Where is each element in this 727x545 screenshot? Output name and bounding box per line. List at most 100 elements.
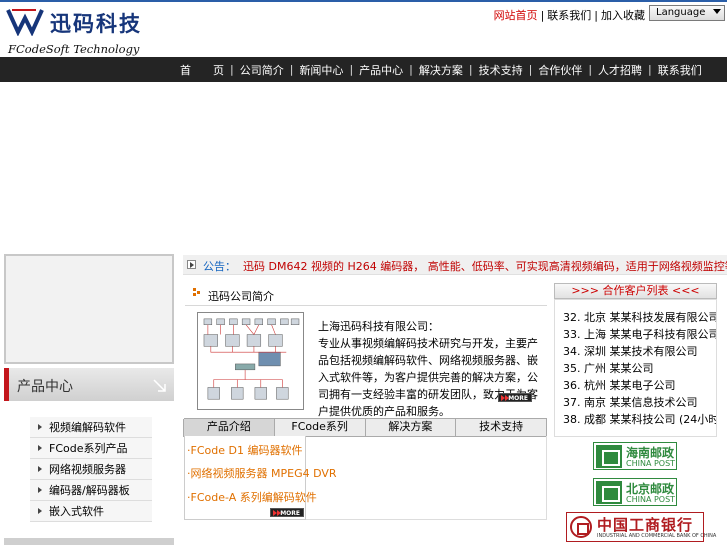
chevron-right-icon (38, 466, 42, 472)
product-center-title: 产品中心 (17, 379, 73, 395)
client-number: 36. (563, 379, 581, 392)
client-number: 35. (563, 362, 581, 375)
logo-mark-icon (6, 9, 44, 36)
product-link[interactable]: ·FCode-A 系列编解码软件 (187, 489, 317, 505)
china-post-icon (596, 481, 622, 504)
chevron-down-icon (713, 9, 721, 14)
client-name: 南京 某某信息技术公司 (584, 396, 698, 409)
client-item[interactable]: 32. 北京 某某科技发展有限公司 (563, 309, 717, 325)
client-number: 34. (563, 345, 581, 358)
client-item[interactable]: 34. 深圳 某某技术有限公司 (563, 343, 698, 359)
chevron-right-icon (38, 487, 42, 493)
announcement-ticker: 公告： 迅码 DM642 视频的 H264 编码器， 高性能、低码率、可实现高清… (183, 255, 727, 275)
top-link-favorite[interactable]: 加入收藏 (601, 9, 645, 22)
nav-separator: | (588, 63, 593, 76)
play-icon (187, 260, 196, 269)
category-item[interactable]: 视频编解码软件 (30, 417, 152, 438)
client-item[interactable]: 38. 成都 某某科技公司 (24小时服务热线) (563, 411, 717, 427)
product-tabs: 产品介绍 FCode系列 解决方案 技术支持 (183, 418, 547, 437)
nav-item-products[interactable]: 产品中心 (355, 62, 407, 78)
tab-solutions[interactable]: 解决方案 (364, 419, 457, 437)
category-item[interactable]: 编码器/解码器板 (30, 480, 152, 501)
top-links: 网站首页 | 联系我们 | 加入收藏 (494, 7, 645, 23)
client-name: 成都 某某科技公司 (24小时服务热线) (584, 413, 717, 426)
nav-separator: | (528, 63, 533, 76)
product-center-header[interactable]: 产品中心 (4, 368, 174, 401)
left-bottom-bar (4, 538, 174, 545)
partner-logo-hainan-post[interactable]: 海南邮政 CHINA POST (593, 442, 677, 470)
tab-product-intro[interactable]: 产品介绍 (183, 419, 275, 437)
client-name: 上海 某某电子科技有限公司 (584, 328, 717, 341)
nav-item-support[interactable]: 技术支持 (475, 62, 527, 78)
ticker-text[interactable]: 迅码 DM642 视频的 H264 编码器， 高性能、低码率、可实现高清视频编码… (243, 258, 727, 274)
ticker-label: 公告： (203, 260, 236, 273)
client-number: 37. (563, 396, 581, 409)
client-name: 深圳 某某技术有限公司 (584, 345, 698, 358)
partner-name-en: CHINA POST (626, 459, 676, 468)
products-more-button[interactable]: MORE (270, 508, 304, 517)
client-item[interactable]: 36. 杭州 某某电子公司 (563, 377, 676, 393)
company-intro-text: 上海迅码科技有限公司： 专业从事视频编解码技术研究与开发，主要产品包括视频编解码… (318, 318, 548, 420)
product-link[interactable]: ·FCode D1 编码器软件 (187, 442, 302, 458)
top-link-separator: | (540, 9, 545, 22)
intro-more-button[interactable]: MORE (498, 393, 532, 402)
company-intro-heading: 上海迅码科技有限公司： (318, 320, 439, 333)
language-select-value: Language (656, 7, 706, 18)
nav-item-solutions[interactable]: 解决方案 (415, 62, 467, 78)
tab-support[interactable]: 技术支持 (455, 419, 547, 437)
client-name: 北京 某某科技发展有限公司 (584, 311, 717, 324)
category-item-label: FCode系列产品 (49, 442, 128, 455)
category-item[interactable]: FCode系列产品 (30, 438, 152, 459)
client-number: 33. (563, 328, 581, 341)
tab-fcode-series[interactable]: FCode系列 (273, 419, 366, 437)
logo-english-name: FCodeSoft Technology (8, 42, 140, 56)
client-item[interactable]: 37. 南京 某某信息技术公司 (563, 394, 698, 410)
nav-separator: | (468, 63, 473, 76)
partner-name-en: CHINA POST (626, 495, 676, 504)
nav-separator: | (230, 63, 234, 76)
product-link-label: FCode D1 编码器软件 (190, 444, 303, 457)
clients-header: >>> 合作客户列表 <<< (554, 283, 717, 299)
bullet-icon (193, 288, 200, 296)
product-category-list: 视频编解码软件 FCode系列产品 网络视频服务器 编码器/解码器板 嵌入式软件 (30, 417, 152, 522)
china-post-icon (596, 445, 622, 468)
top-link-home[interactable]: 网站首页 (494, 9, 538, 22)
nav-item-news[interactable]: 新闻中心 (295, 62, 347, 78)
product-link-label: FCode-A 系列编解码软件 (190, 491, 317, 504)
category-item[interactable]: 网络视频服务器 (30, 459, 152, 480)
left-banner-image (4, 254, 174, 364)
client-item[interactable]: 33. 上海 某某电子科技有限公司 (563, 326, 717, 342)
company-intro-title: 迅码公司简介 (208, 290, 274, 303)
product-link[interactable]: ·网络视频服务器 MPEG4 DVR (187, 465, 337, 481)
client-item[interactable]: 35. 广州 某某公司 (563, 360, 654, 376)
partner-logo-beijing-post[interactable]: 北京邮政 CHINA POST (593, 478, 677, 506)
product-link-label: 网络视频服务器 MPEG4 DVR (190, 467, 337, 480)
chevron-right-icon (38, 445, 42, 451)
language-select[interactable]: Language (649, 5, 725, 21)
chevron-right-icon (38, 424, 42, 430)
partner-name: 中国工商银行 (597, 516, 694, 534)
category-item-label: 视频编解码软件 (49, 421, 126, 434)
nav-separator: | (409, 63, 413, 76)
partner-name-en: INDUSTRIAL AND COMMERCIAL BANK OF CHINA (597, 533, 717, 539)
nav-item-jobs[interactable]: 人才招聘 (594, 62, 646, 78)
logo-chinese-name: 迅码科技 (50, 11, 142, 36)
system-diagram-image (197, 312, 304, 410)
company-intro-body: 专业从事视频编解码技术研究与开发，主要产品包括视频编解码软件、网络视频服务器、嵌… (318, 337, 538, 418)
nav-item-partners[interactable]: 合作伙伴 (534, 62, 586, 78)
nav-item-home[interactable]: 首 页 (176, 62, 228, 78)
clients-list: 32. 北京 某某科技发展有限公司 33. 上海 某某电子科技有限公司 34. … (554, 299, 717, 437)
main-nav: 首 页 | 公司简介 | 新闻中心 | 产品中心 | 解决方案 | 技术支持 | 合作伙伴 |… (0, 57, 727, 82)
icbc-icon (570, 516, 592, 538)
nav-separator: | (349, 63, 354, 76)
top-link-separator: | (594, 9, 598, 22)
nav-separator: | (648, 63, 652, 76)
category-item-label: 网络视频服务器 (49, 463, 126, 476)
top-link-contact[interactable]: 联系我们 (547, 9, 591, 22)
nav-item-contact[interactable]: 联系我们 (654, 62, 706, 78)
partner-logo-icbc[interactable]: 中国工商银行 INDUSTRIAL AND COMMERCIAL BANK OF… (566, 512, 716, 542)
category-item[interactable]: 嵌入式软件 (30, 501, 152, 522)
client-number: 32. (563, 311, 581, 324)
nav-item-about[interactable]: 公司简介 (236, 62, 288, 78)
site-logo[interactable]: 迅码科技 FCodeSoft Technology (6, 4, 166, 56)
